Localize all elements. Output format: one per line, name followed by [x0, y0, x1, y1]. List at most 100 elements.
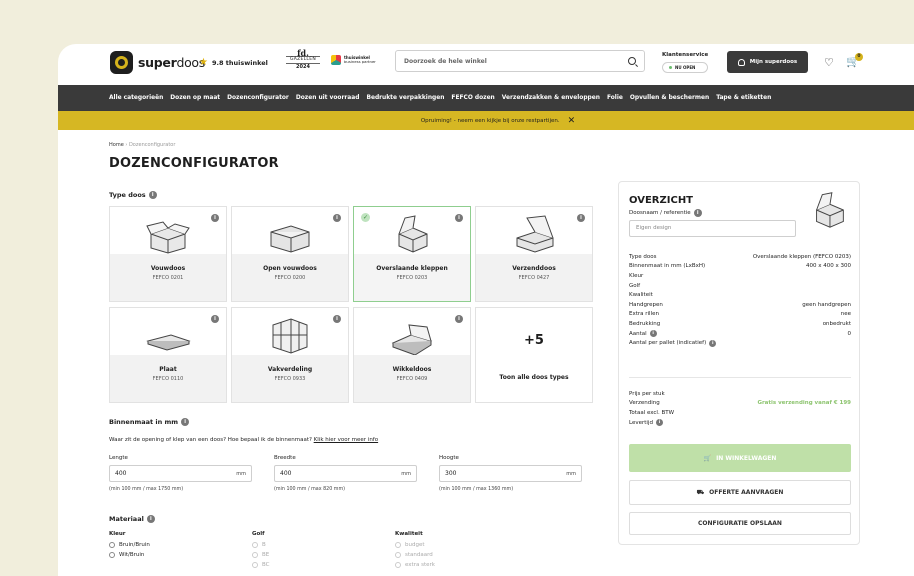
- info-icon[interactable]: i: [455, 214, 463, 222]
- thuiswinkel-badge: thuiswinkel business partner: [331, 55, 376, 65]
- info-icon[interactable]: i: [146, 515, 155, 523]
- nav-item[interactable]: Dozen uit voorraad: [296, 95, 360, 101]
- radio-kwaliteit[interactable]: standaard: [395, 551, 538, 559]
- more-info-link[interactable]: Klik hier voor meer info: [314, 437, 378, 443]
- materiaal-label: Materiaal i: [109, 515, 155, 523]
- info-icon[interactable]: i: [709, 339, 717, 347]
- show-all-box-types[interactable]: +5 Toon alle doos types: [475, 307, 593, 403]
- price-row: Levertijd i: [629, 418, 851, 428]
- box-illustration: [146, 221, 190, 254]
- logo-icon: [110, 50, 133, 74]
- box-illustration: [146, 334, 191, 351]
- divider: [629, 377, 851, 378]
- box-type-card[interactable]: i Wikkeldoos FEFCO 0409: [353, 307, 471, 403]
- open-status-badge: NU OPEN: [662, 62, 709, 73]
- spec-row: Kwaliteit: [629, 292, 653, 299]
- nav-item[interactable]: Dozen op maat: [170, 95, 220, 101]
- box-type-card[interactable]: i Open vouwdoos FEFCO 0200: [231, 206, 349, 302]
- info-icon[interactable]: i: [333, 214, 341, 222]
- close-icon[interactable]: ✕: [568, 116, 576, 126]
- nav-item[interactable]: Folie: [607, 95, 623, 101]
- length-input[interactable]: 400 mm: [109, 465, 252, 482]
- type-doos-label: Type doos i: [109, 191, 157, 199]
- length-field: Lengte 400 mm (min 100 mm / max 1750 mm): [109, 455, 252, 492]
- price-row: Verzending Gratis verzending vanaf € 199: [629, 400, 851, 407]
- box-type-card[interactable]: i Vakverdeling FEFCO 0933: [231, 307, 349, 403]
- width-input[interactable]: 400 mm: [274, 465, 417, 482]
- browser-frame: superdoos ★ 9.8 thuiswinkel fd. GAZELLEN…: [58, 44, 914, 576]
- free-shipping-note: Gratis verzending vanaf € 199: [757, 400, 851, 407]
- info-icon[interactable]: i: [211, 214, 219, 222]
- info-icon[interactable]: i: [693, 209, 702, 217]
- spec-row: Binnenmaat in mm (LxBxH) 400 x 400 x 300: [629, 263, 851, 270]
- box-illustration: [516, 215, 554, 253]
- overview-pricing: Prijs per stuk Verzending Gratis verzendi…: [629, 389, 851, 427]
- box-type-card-selected[interactable]: ✓ i Overslaande kleppen FEFCO 0203: [353, 206, 471, 302]
- box-illustration: [391, 324, 433, 355]
- spec-row: Aantal per pallet (indicatief) i: [629, 338, 851, 348]
- radio-golf[interactable]: BC: [252, 561, 395, 569]
- account-button[interactable]: Mijn superdoos: [727, 51, 808, 73]
- nav-item[interactable]: Tape & etiketten: [716, 95, 771, 101]
- price-row: Totaal excl. BTW: [629, 409, 675, 416]
- height-field: Hoogte 300 mm (min 100 mm / max 1360 mm): [439, 455, 582, 492]
- binnenmaat-description: Waar zit de opening of klep van een doos…: [109, 437, 379, 443]
- nav-item[interactable]: Verzendzakken & enveloppen: [502, 95, 600, 101]
- nav-item[interactable]: FEFCO dozen: [451, 95, 494, 101]
- check-icon: ✓: [361, 213, 370, 222]
- info-icon[interactable]: i: [211, 315, 219, 323]
- overview-specs: Type doos Overslaande kleppen (FEFCO 0203…: [629, 252, 851, 348]
- fd-gazellen-badge: fd. GAZELLEN 2024: [286, 49, 320, 76]
- search-icon[interactable]: [628, 57, 636, 65]
- nav-item[interactable]: Dozenconfigurator: [227, 95, 289, 101]
- box-type-card[interactable]: i Plaat FEFCO 0110: [109, 307, 227, 403]
- radio-kleur[interactable]: Wit/Bruin: [109, 551, 252, 559]
- radio-kwaliteit[interactable]: extra sterk: [395, 561, 538, 569]
- breadcrumb-home[interactable]: Home: [109, 142, 124, 148]
- add-to-cart-button[interactable]: 🛒 IN WINKELWAGEN: [629, 444, 851, 472]
- box-type-card[interactable]: i Verzenddoos FEFCO 0427: [475, 206, 593, 302]
- info-icon[interactable]: i: [333, 315, 341, 323]
- width-field: Breedte 400 mm (min 100 mm / max 820 mm): [274, 455, 417, 492]
- thuiswinkel-logo-icon: [331, 55, 341, 65]
- promo-banner[interactable]: Opruiming! - neem een kijkje bij onze re…: [58, 111, 914, 130]
- dimension-fields: Lengte 400 mm (min 100 mm / max 1750 mm) …: [109, 455, 582, 492]
- spec-row: Handgrepen geen handgrepen: [629, 301, 851, 308]
- binnenmaat-label: Binnenmaat in mm i: [109, 418, 190, 426]
- kleur-column: Kleur Bruin/Bruin Wit/Bruin: [109, 531, 252, 571]
- spec-row: Type doos Overslaande kleppen (FEFCO 0203…: [629, 253, 851, 260]
- info-icon[interactable]: i: [455, 315, 463, 323]
- box-illustration: [270, 225, 310, 253]
- customer-service[interactable]: Klantenservice NU OPEN: [662, 52, 709, 73]
- cart-icon: 🛒: [703, 454, 712, 462]
- info-icon[interactable]: i: [649, 330, 657, 338]
- request-quote-button[interactable]: ⛟ OFFERTE AANVRAGEN: [629, 480, 851, 505]
- page-title: DOZENCONFIGURATOR: [109, 156, 279, 171]
- info-icon[interactable]: i: [577, 214, 585, 222]
- radio-golf[interactable]: BE: [252, 551, 395, 559]
- wishlist-heart-icon[interactable]: ♡: [824, 56, 834, 69]
- rating-badge[interactable]: ★ 9.8 thuiswinkel: [199, 57, 268, 68]
- save-configuration-button[interactable]: CONFIGURATIE OPSLAAN: [629, 512, 851, 535]
- search-input[interactable]: Doorzoek de hele winkel: [395, 50, 645, 72]
- reference-input[interactable]: Eigen design: [629, 220, 796, 237]
- info-icon[interactable]: i: [181, 418, 190, 426]
- user-icon: [737, 58, 745, 66]
- info-icon[interactable]: i: [148, 191, 157, 199]
- radio-golf[interactable]: B: [252, 541, 395, 549]
- nav-item[interactable]: Opvullen & beschermen: [630, 95, 709, 101]
- logo[interactable]: superdoos: [110, 49, 205, 75]
- cart-count-badge: 0: [855, 53, 863, 61]
- info-icon[interactable]: i: [655, 419, 663, 427]
- spec-row: Aantal i 0: [629, 330, 851, 338]
- box-type-grid: i Vouwdoos FEFCO 0201 i Open vouwdoos FEFC…: [109, 206, 596, 403]
- box-illustration: [398, 215, 428, 253]
- nav-item[interactable]: Bedrukte verpakkingen: [366, 95, 444, 101]
- radio-kleur[interactable]: Bruin/Bruin: [109, 541, 252, 549]
- nav-item[interactable]: Alle categorieën: [109, 95, 163, 101]
- star-icon: ★: [199, 57, 208, 68]
- height-input[interactable]: 300 mm: [439, 465, 582, 482]
- box-type-card[interactable]: i Vouwdoos FEFCO 0201: [109, 206, 227, 302]
- radio-kwaliteit[interactable]: budget: [395, 541, 538, 549]
- overview-panel: OVERZICHT Doosnaam / referentie i Eigen d…: [618, 181, 860, 545]
